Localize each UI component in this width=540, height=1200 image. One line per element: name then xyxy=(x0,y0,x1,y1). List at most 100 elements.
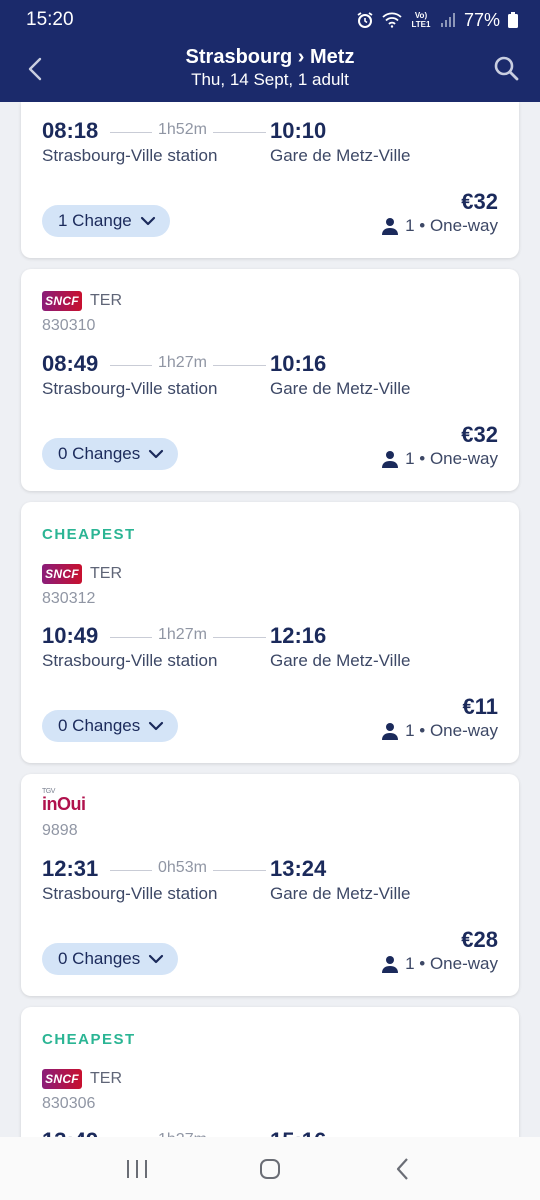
arrival-time: 15:16 xyxy=(270,1128,326,1137)
passenger-info: 1 • One-way xyxy=(381,721,498,741)
chevron-down-icon xyxy=(140,216,155,226)
battery-level: 77% xyxy=(463,9,500,30)
lte-label: Vo) LTE1 xyxy=(411,11,431,29)
home-icon xyxy=(259,1158,280,1179)
departure-time: 12:31 xyxy=(42,856,99,881)
departure-station: Strasbourg-Ville station xyxy=(42,884,218,903)
journey-card[interactable]: 08:18 1h52m 10:10 Strasbourg-Ville stati… xyxy=(21,102,519,258)
journey-card[interactable]: CHEAPEST SNCF TER 830312 10:49 1h27m 12:… xyxy=(21,502,519,763)
journey-stations: Strasbourg-Ville station Gare de Metz-Vi… xyxy=(42,379,498,401)
price: €32 xyxy=(461,189,498,214)
journey-times: 10:49 1h27m 12:16 xyxy=(42,623,498,653)
changes-button[interactable]: 0 Changes xyxy=(42,438,179,470)
journey-times: 08:49 1h27m 10:16 xyxy=(42,351,498,381)
train-number: 830306 xyxy=(42,1095,96,1112)
journey-stations: Strasbourg-Ville station Gare de Metz-Vi… xyxy=(42,651,498,673)
arrival-station: Gare de Metz-Ville xyxy=(270,379,411,398)
system-nav-bar xyxy=(0,1137,540,1200)
passenger-info: 1 • One-way xyxy=(381,954,498,974)
passenger-label: 1 • One-way xyxy=(405,216,498,235)
duration: 1h52m xyxy=(152,121,213,139)
journey-card[interactable]: TGV inOui 9898 12:31 0h53m 13:24 Strasbo… xyxy=(21,774,519,996)
arrival-time: 10:16 xyxy=(270,351,327,376)
passenger-info: 1 • One-way xyxy=(381,216,498,236)
home-button[interactable] xyxy=(240,1149,300,1189)
duration: 1h27m xyxy=(152,354,213,372)
chevron-down-icon xyxy=(149,954,164,964)
changes-button[interactable]: 1 Change xyxy=(42,205,170,237)
departure-station: Strasbourg-Ville station xyxy=(42,651,218,670)
cheapest-tag: CHEAPEST xyxy=(42,1031,136,1048)
inoui-wordmark: inOui xyxy=(42,794,86,814)
tgv-label: TGV xyxy=(42,788,55,795)
sncf-logo: SNCF xyxy=(42,1069,82,1089)
duration: 0h53m xyxy=(152,859,213,877)
person-icon xyxy=(382,956,399,973)
status-time: 15:20 xyxy=(26,9,74,30)
changes-button[interactable]: 0 Changes xyxy=(42,943,179,975)
back-icon xyxy=(397,1157,409,1180)
train-number: 9898 xyxy=(42,822,78,839)
departure-time: 10:49 xyxy=(42,623,99,648)
recent-apps-button[interactable] xyxy=(107,1149,167,1189)
person-icon xyxy=(382,451,399,468)
search-button[interactable] xyxy=(490,52,522,84)
operator-name: TER xyxy=(90,1070,122,1087)
status-icons: Vo) LTE1 77% xyxy=(356,10,518,31)
arrival-time: 13:24 xyxy=(270,856,327,881)
journey-card[interactable]: CHEAPEST SNCF TER 830306 13:49 1h27m 15:… xyxy=(21,1007,519,1137)
operator-name: TER xyxy=(90,565,122,582)
train-number: 830310 xyxy=(42,317,96,334)
arrival-station: Gare de Metz-Ville xyxy=(270,651,411,670)
changes-label: 0 Changes xyxy=(58,444,141,463)
status-bar: 15:20 Vo) LTE1 77% xyxy=(0,0,540,40)
price: €11 xyxy=(462,694,499,719)
person-icon xyxy=(382,218,399,235)
route-title: Strasbourg › Metz xyxy=(185,46,355,68)
passenger-info: 1 • One-way xyxy=(381,449,498,469)
operator: SNCF TER xyxy=(42,1069,122,1089)
person-icon xyxy=(382,723,399,740)
operator: SNCF TER xyxy=(42,291,122,311)
recent-apps-icon xyxy=(126,1159,147,1178)
chevron-down-icon xyxy=(149,449,164,459)
journey-times: 12:31 0h53m 13:24 xyxy=(42,856,498,886)
operator-name: TER xyxy=(90,292,122,309)
journey-list[interactable]: 08:18 1h52m 10:10 Strasbourg-Ville stati… xyxy=(0,102,540,1137)
journey-card[interactable]: SNCF TER 830310 08:49 1h27m 10:16 Strasb… xyxy=(21,269,519,491)
departure-station: Strasbourg-Ville station xyxy=(42,379,218,398)
journey-stations: Strasbourg-Ville station Gare de Metz-Vi… xyxy=(42,884,498,906)
journey-times: 08:18 1h52m 10:10 xyxy=(42,118,498,148)
passenger-label: 1 • One-way xyxy=(405,721,498,740)
wifi-icon xyxy=(382,12,402,28)
departure-time: 08:18 xyxy=(42,118,99,143)
sncf-logo: SNCF xyxy=(42,291,82,311)
trip-summary: Thu, 14 Sept, 1 adult xyxy=(191,70,349,89)
battery-icon xyxy=(508,12,518,28)
search-icon xyxy=(494,56,519,81)
inoui-logo: TGV inOui xyxy=(42,788,86,815)
changes-button[interactable]: 0 Changes xyxy=(42,710,179,742)
journey-times: 13:49 1h27m 15:16 xyxy=(42,1128,498,1137)
changes-label: 1 Change xyxy=(58,211,132,230)
sncf-logo: SNCF xyxy=(42,564,82,584)
price: €32 xyxy=(461,422,498,447)
journey-stations: Strasbourg-Ville station Gare de Metz-Vi… xyxy=(42,146,498,168)
changes-label: 0 Changes xyxy=(58,949,141,968)
operator: TGV inOui xyxy=(42,788,86,815)
alarm-icon xyxy=(356,11,374,29)
operator: SNCF TER xyxy=(42,564,122,584)
system-back-button[interactable] xyxy=(373,1149,433,1189)
arrival-station: Gare de Metz-Ville xyxy=(270,146,411,165)
passenger-label: 1 • One-way xyxy=(405,954,498,973)
app-header: Strasbourg › Metz Thu, 14 Sept, 1 adult xyxy=(0,40,540,102)
train-number: 830312 xyxy=(42,590,96,607)
price: €28 xyxy=(461,927,498,952)
duration: 1h27m xyxy=(152,626,213,644)
departure-station: Strasbourg-Ville station xyxy=(42,146,218,165)
departure-time: 13:49 xyxy=(42,1128,98,1137)
arrival-time: 12:16 xyxy=(270,623,327,648)
chevron-down-icon xyxy=(149,721,164,731)
departure-time: 08:49 xyxy=(42,351,99,376)
arrival-station: Gare de Metz-Ville xyxy=(270,884,411,903)
